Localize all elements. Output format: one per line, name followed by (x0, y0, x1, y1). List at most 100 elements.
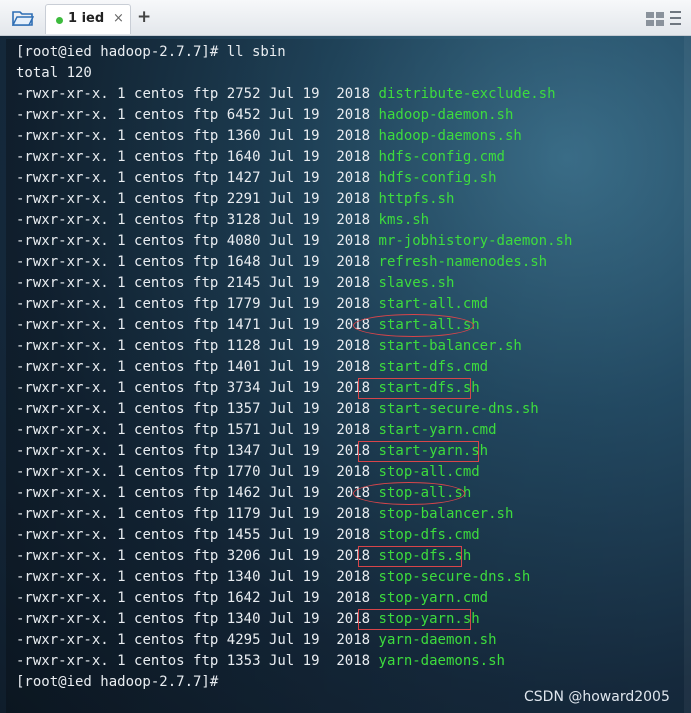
file-owner: centos (134, 632, 185, 648)
file-row: -rwxr-xr-x. 1 centos ftp 1455 Jul 19 201… (16, 525, 480, 546)
file-links: 1 (117, 86, 126, 102)
close-tab-icon[interactable]: × (113, 11, 124, 26)
file-year: 2018 (336, 590, 371, 606)
file-size: 4080 (226, 233, 261, 249)
file-year: 2018 (336, 506, 371, 522)
file-links: 1 (117, 590, 126, 606)
file-row: -rwxr-xr-x. 1 centos ftp 1401 Jul 19 201… (16, 357, 488, 378)
file-name: distribute-exclude.sh (378, 86, 556, 102)
file-permissions: -rwxr-xr-x. (16, 233, 109, 249)
file-date: Jul 19 (268, 506, 320, 522)
file-permissions: -rwxr-xr-x. (16, 464, 109, 480)
file-permissions: -rwxr-xr-x. (16, 170, 109, 186)
file-year: 2018 (336, 359, 371, 375)
file-owner: centos (134, 191, 185, 207)
file-owner: centos (134, 212, 185, 228)
file-year: 2018 (336, 422, 371, 438)
file-year: 2018 (336, 86, 371, 102)
file-size: 1455 (226, 527, 261, 543)
file-name: mr-jobhistory-daemon.sh (378, 233, 573, 249)
file-row: -rwxr-xr-x. 1 centos ftp 1360 Jul 19 201… (16, 126, 522, 147)
file-group: ftp (193, 401, 219, 417)
file-group: ftp (193, 275, 219, 291)
file-size: 1357 (226, 401, 261, 417)
file-name: stop-dfs.cmd (378, 527, 480, 543)
connected-status-icon (56, 17, 63, 24)
file-links: 1 (117, 170, 126, 186)
file-links: 1 (117, 506, 126, 522)
file-name: kms.sh (378, 212, 430, 228)
file-group: ftp (193, 359, 219, 375)
file-permissions: -rwxr-xr-x. (16, 380, 109, 396)
layout-grid-icon[interactable] (646, 11, 664, 26)
file-group: ftp (193, 107, 219, 123)
more-menu-icon[interactable] (669, 8, 683, 28)
file-date: Jul 19 (268, 317, 320, 333)
file-size: 4295 (226, 632, 261, 648)
file-size: 1642 (226, 590, 261, 606)
file-row: -rwxr-xr-x. 1 centos ftp 1779 Jul 19 201… (16, 294, 488, 315)
file-row: -rwxr-xr-x. 1 centos ftp 1179 Jul 19 201… (16, 504, 513, 525)
file-owner: centos (134, 275, 185, 291)
file-size: 2291 (226, 191, 261, 207)
add-tab-icon[interactable]: + (137, 7, 151, 27)
file-date: Jul 19 (268, 464, 320, 480)
file-date: Jul 19 (268, 275, 320, 291)
open-folder-icon[interactable] (8, 6, 38, 30)
session-tab[interactable]: 1 ied × (45, 4, 131, 34)
file-row: -rwxr-xr-x. 1 centos ftp 1642 Jul 19 201… (16, 588, 488, 609)
file-permissions: -rwxr-xr-x. (16, 275, 109, 291)
file-owner: centos (134, 590, 185, 606)
file-size: 1640 (226, 149, 261, 165)
file-owner: centos (134, 233, 185, 249)
file-date: Jul 19 (268, 128, 320, 144)
file-group: ftp (193, 86, 219, 102)
file-year: 2018 (336, 275, 371, 291)
file-permissions: -rwxr-xr-x. (16, 527, 109, 543)
file-date: Jul 19 (268, 338, 320, 354)
file-owner: centos (134, 380, 185, 396)
file-row: -rwxr-xr-x. 1 centos ftp 1128 Jul 19 201… (16, 336, 522, 357)
file-permissions: -rwxr-xr-x. (16, 296, 109, 312)
file-name: start-yarn.cmd (378, 422, 497, 438)
file-links: 1 (117, 275, 126, 291)
file-links: 1 (117, 401, 126, 417)
file-year: 2018 (336, 296, 371, 312)
file-row: -rwxr-xr-x. 1 centos ftp 1353 Jul 19 201… (16, 651, 505, 672)
file-year: 2018 (336, 653, 371, 669)
file-links: 1 (117, 296, 126, 312)
file-owner: centos (134, 506, 185, 522)
file-size: 1128 (226, 338, 261, 354)
file-date: Jul 19 (268, 212, 320, 228)
file-name: start-dfs.cmd (378, 359, 489, 375)
file-size: 3206 (226, 548, 261, 564)
terminal-scrollbar[interactable] (684, 36, 691, 713)
file-row: -rwxr-xr-x. 1 centos ftp 1640 Jul 19 201… (16, 147, 505, 168)
command-prompt: [root@ied hadoop-2.7.7]# ll sbin (16, 44, 286, 60)
file-date: Jul 19 (268, 233, 320, 249)
file-permissions: -rwxr-xr-x. (16, 149, 109, 165)
file-owner: centos (134, 338, 185, 354)
file-owner: centos (134, 548, 185, 564)
file-size: 1401 (226, 359, 261, 375)
file-permissions: -rwxr-xr-x. (16, 569, 109, 585)
file-owner: centos (134, 128, 185, 144)
file-links: 1 (117, 527, 126, 543)
total-line: total 120 (16, 65, 92, 81)
file-size: 1347 (226, 443, 261, 459)
file-owner: centos (134, 86, 185, 102)
file-year: 2018 (336, 170, 371, 186)
file-name: slaves.sh (378, 275, 455, 291)
file-year: 2018 (336, 338, 371, 354)
file-group: ftp (193, 254, 219, 270)
file-links: 1 (117, 149, 126, 165)
file-permissions: -rwxr-xr-x. (16, 86, 109, 102)
file-name: yarn-daemon.sh (378, 632, 497, 648)
file-permissions: -rwxr-xr-x. (16, 191, 109, 207)
file-size: 1471 (226, 317, 261, 333)
file-group: ftp (193, 380, 219, 396)
file-name: yarn-daemons.sh (378, 653, 505, 669)
tab-bar: 1 ied × + (0, 0, 691, 36)
file-group: ftp (193, 590, 219, 606)
file-date: Jul 19 (268, 170, 320, 186)
